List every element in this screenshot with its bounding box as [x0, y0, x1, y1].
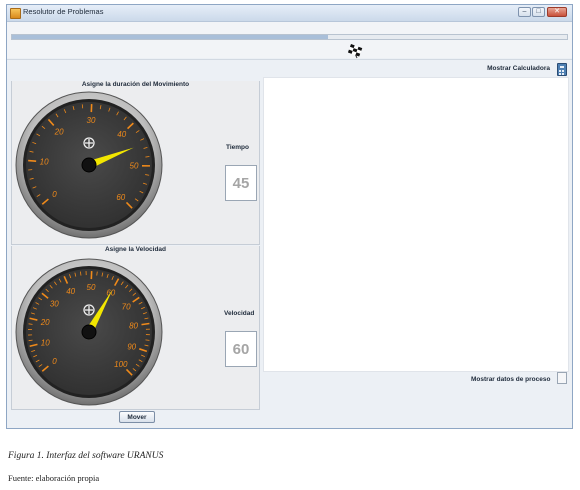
- duration-gauge-tick-label: 40: [117, 130, 126, 139]
- time-value: 45: [225, 165, 257, 201]
- time-label: Tiempo: [226, 144, 249, 151]
- duration-panel: Asigne la duración del Movimiento 0 10 20 3…: [11, 81, 260, 245]
- progress-area: [7, 22, 572, 59]
- velocity-gauge-tick: [141, 322, 150, 326]
- app-window: Resolutor de Problemas – □ ✕ Mostrar Cal…: [6, 4, 573, 429]
- velocity-gauge-tick: [96, 271, 98, 276]
- velocity-gauge[interactable]: 010 20 30 40 50 60 70 80 90 100: [14, 257, 164, 407]
- velocity-gauge-tick-label: 90: [127, 342, 136, 351]
- checkered-flag-icon: [348, 44, 363, 59]
- velocity-gauge-tick-label: 70: [122, 303, 131, 312]
- crosshair-icon: [83, 304, 95, 316]
- velocity-gauge-tick-label: 100: [114, 360, 128, 369]
- progress-fill: [12, 35, 329, 39]
- show-process-data-label: Mostrar datos de proceso: [471, 376, 551, 383]
- duration-gauge-tick-label: 60: [116, 193, 125, 202]
- minimize-button[interactable]: –: [518, 7, 531, 17]
- duration-gauge-tick: [145, 156, 150, 158]
- figure-caption: Figura 1. Interfaz del software URANUS: [8, 451, 164, 461]
- duration-gauge-tick-label: 30: [87, 116, 96, 125]
- velocity-gauge-tick: [28, 339, 33, 342]
- velocity-panel-title: Asigne la Velocidad: [12, 246, 259, 253]
- close-button[interactable]: ✕: [547, 7, 567, 17]
- velocity-gauge-tick: [145, 339, 150, 341]
- velocity-gauge-tick-label: 10: [41, 339, 50, 348]
- duration-gauge-tick-label: 50: [130, 162, 139, 171]
- velocity-gauge-tick-label: 20: [40, 318, 50, 327]
- duration-gauge[interactable]: 0 10 20 30 40 50 60: [14, 90, 164, 240]
- velocity-gauge-tick-label: 50: [87, 283, 96, 292]
- velocity-gauge-tick-label: 40: [66, 287, 75, 296]
- duration-gauge-tick-label: 10: [40, 158, 49, 167]
- app-icon: [10, 8, 21, 19]
- output-panel: [263, 77, 569, 372]
- duration-gauge-tick: [28, 159, 37, 162]
- velocity-gauge-tick: [28, 323, 33, 325]
- calculator-icon[interactable]: [557, 63, 567, 76]
- show-calculator-label[interactable]: Mostrar Calculadora: [487, 65, 550, 72]
- velocity-gauge-tick-label: 80: [129, 322, 138, 331]
- velocity-gauge-tick-label: 60: [106, 289, 115, 298]
- show-process-data-checkbox[interactable]: [557, 372, 567, 384]
- velocity-label: Velocidad: [224, 310, 255, 317]
- velocity-gauge-tick: [80, 271, 82, 276]
- mover-button[interactable]: Mover: [119, 411, 155, 423]
- velocity-gauge-tick-label: 0: [52, 357, 57, 366]
- duration-panel-title: Asigne la duración del Movimiento: [12, 81, 259, 88]
- velocity-panel: Asigne la Velocidad 010 20 30 40 50 60 70 80 90 1…: [11, 246, 260, 410]
- duration-gauge-tick-label: 20: [54, 127, 64, 136]
- crosshair-icon: [83, 137, 95, 149]
- velocity-value: 60: [225, 331, 257, 367]
- calculator-row: Mostrar Calculadora: [7, 59, 572, 78]
- title-bar[interactable]: Resolutor de Problemas – □ ✕: [7, 5, 572, 22]
- window-title: Resolutor de Problemas: [23, 7, 104, 16]
- velocity-gauge-tick-label: 30: [50, 299, 59, 308]
- progress-bar: [11, 34, 568, 40]
- duration-gauge-tick-label: 0: [52, 190, 57, 199]
- figure-source: Fuente: elaboración propia: [8, 473, 100, 483]
- maximize-button[interactable]: □: [532, 7, 545, 17]
